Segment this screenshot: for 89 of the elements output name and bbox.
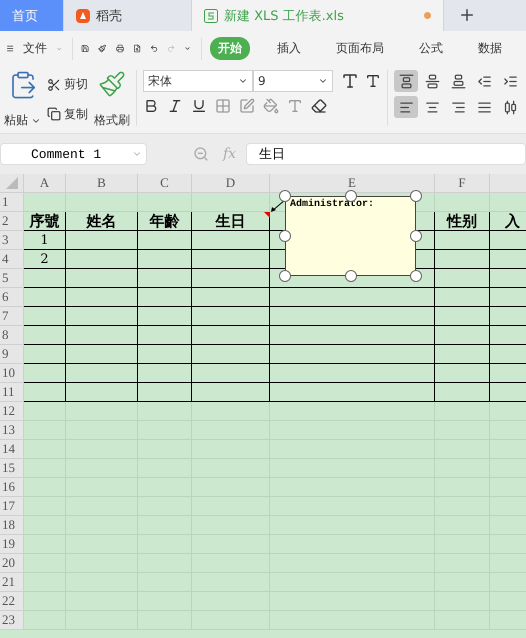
row-header[interactable]: 23	[0, 611, 24, 630]
comment-author: Administrator:	[290, 199, 374, 210]
row-header[interactable]: 10	[0, 364, 24, 383]
spreadsheet-file-icon	[204, 8, 218, 22]
row-header[interactable]: 12	[0, 402, 24, 421]
row-header[interactable]: 6	[0, 288, 24, 307]
table-cell: 姓名	[66, 212, 138, 231]
resize-handle[interactable]	[410, 270, 422, 282]
row-header[interactable]: 18	[0, 516, 24, 535]
flame-logo-icon	[76, 8, 90, 22]
align-bottom-icon	[450, 74, 466, 88]
cut-button[interactable]: 剪切	[64, 76, 88, 94]
align-middle-icon	[424, 74, 440, 88]
distribute-icon	[502, 100, 518, 114]
name-box-text: Comment 1	[31, 146, 102, 162]
row-header[interactable]: 7	[0, 307, 24, 326]
increase-indent-icon	[502, 74, 518, 88]
row-header[interactable]: 3	[0, 231, 24, 250]
table-cell: 2	[24, 250, 66, 269]
decrease-indent-icon	[476, 74, 492, 88]
align-left-icon	[398, 100, 414, 114]
row-header[interactable]: 14	[0, 440, 24, 459]
cell-style-icon[interactable]	[239, 98, 255, 114]
row-header[interactable]: 19	[0, 535, 24, 554]
copy-icon[interactable]	[47, 107, 61, 122]
tab-label: 新建 XLS 工作表.xls	[224, 8, 344, 24]
ribbon-tab[interactable]: 数据	[470, 37, 510, 60]
table-cell: 1	[24, 231, 66, 250]
align-button[interactable]	[394, 96, 418, 118]
italic-icon[interactable]	[167, 98, 183, 114]
column-header[interactable]: A	[24, 174, 66, 193]
format-painter-button[interactable]: 格式刷	[94, 112, 130, 129]
column-header[interactable]: D	[192, 174, 270, 193]
copy-button[interactable]: 复制	[64, 106, 88, 123]
row-header[interactable]: 2	[0, 212, 24, 231]
align-center-icon	[424, 100, 440, 114]
resize-handle[interactable]	[279, 270, 291, 282]
table-cell: 生日	[192, 212, 270, 231]
grow-font-icon[interactable]	[341, 72, 359, 90]
column-header[interactable]: E	[270, 174, 435, 193]
font-size-select[interactable]: 9	[253, 70, 333, 92]
row-header[interactable]: 20	[0, 554, 24, 573]
new-tab-icon[interactable]	[458, 6, 476, 24]
column-header[interactable]: C	[138, 174, 192, 193]
row-header[interactable]: 8	[0, 326, 24, 345]
column-header[interactable]: F	[435, 174, 490, 193]
table-cell: 序號	[24, 212, 66, 231]
row-header[interactable]: 9	[0, 345, 24, 364]
table-cell: 入	[490, 212, 526, 231]
paste-button[interactable]: 粘贴	[4, 112, 28, 129]
row-header[interactable]: 11	[0, 383, 24, 402]
align-button[interactable]	[394, 70, 418, 92]
paintbrush-icon[interactable]	[98, 70, 126, 98]
eraser-icon[interactable]	[311, 98, 327, 114]
justify-icon	[476, 100, 492, 114]
shrink-font-icon[interactable]	[365, 73, 381, 89]
comment-box[interactable]: Administrator:	[285, 196, 416, 276]
font-color-icon[interactable]	[287, 98, 303, 114]
name-box[interactable]: Comment 1	[0, 143, 147, 165]
tab-label: 稻壳	[96, 8, 122, 24]
document-tab[interactable]: 首页	[0, 0, 64, 31]
formula-field[interactable]: 生日	[246, 143, 526, 165]
corner-triangle-icon	[6, 177, 18, 189]
row-header[interactable]: 22	[0, 592, 24, 611]
ribbon-tab[interactable]: 插入	[269, 37, 310, 60]
align-top-icon	[398, 74, 414, 88]
comment-arrow	[270, 199, 286, 213]
row-header[interactable]: 5	[0, 269, 24, 288]
font-select[interactable]: 宋体	[143, 70, 253, 92]
row-header[interactable]: 15	[0, 459, 24, 478]
tab-label: 首页	[12, 8, 38, 24]
align-right-icon	[450, 100, 466, 114]
row-header[interactable]: 13	[0, 421, 24, 440]
resize-handle[interactable]	[279, 230, 291, 242]
scissors-icon[interactable]	[47, 78, 61, 92]
table-cell: 性别	[435, 212, 490, 231]
fill-color-icon[interactable]	[263, 98, 279, 114]
row-header[interactable]: 4	[0, 250, 24, 269]
ribbon-tab[interactable]: 页面布局	[328, 37, 392, 60]
row-header[interactable]: 1	[0, 193, 24, 212]
row-header[interactable]: 21	[0, 573, 24, 592]
column-header[interactable]: B	[66, 174, 138, 193]
ribbon-tab[interactable]: 公式	[411, 37, 452, 60]
underline-icon[interactable]	[191, 98, 207, 114]
file-menu[interactable]: 文件	[23, 40, 48, 57]
row-header[interactable]: 16	[0, 478, 24, 497]
row-header[interactable]: 17	[0, 497, 24, 516]
borders-icon[interactable]	[215, 98, 231, 114]
table-cell: 年齡	[138, 212, 192, 231]
